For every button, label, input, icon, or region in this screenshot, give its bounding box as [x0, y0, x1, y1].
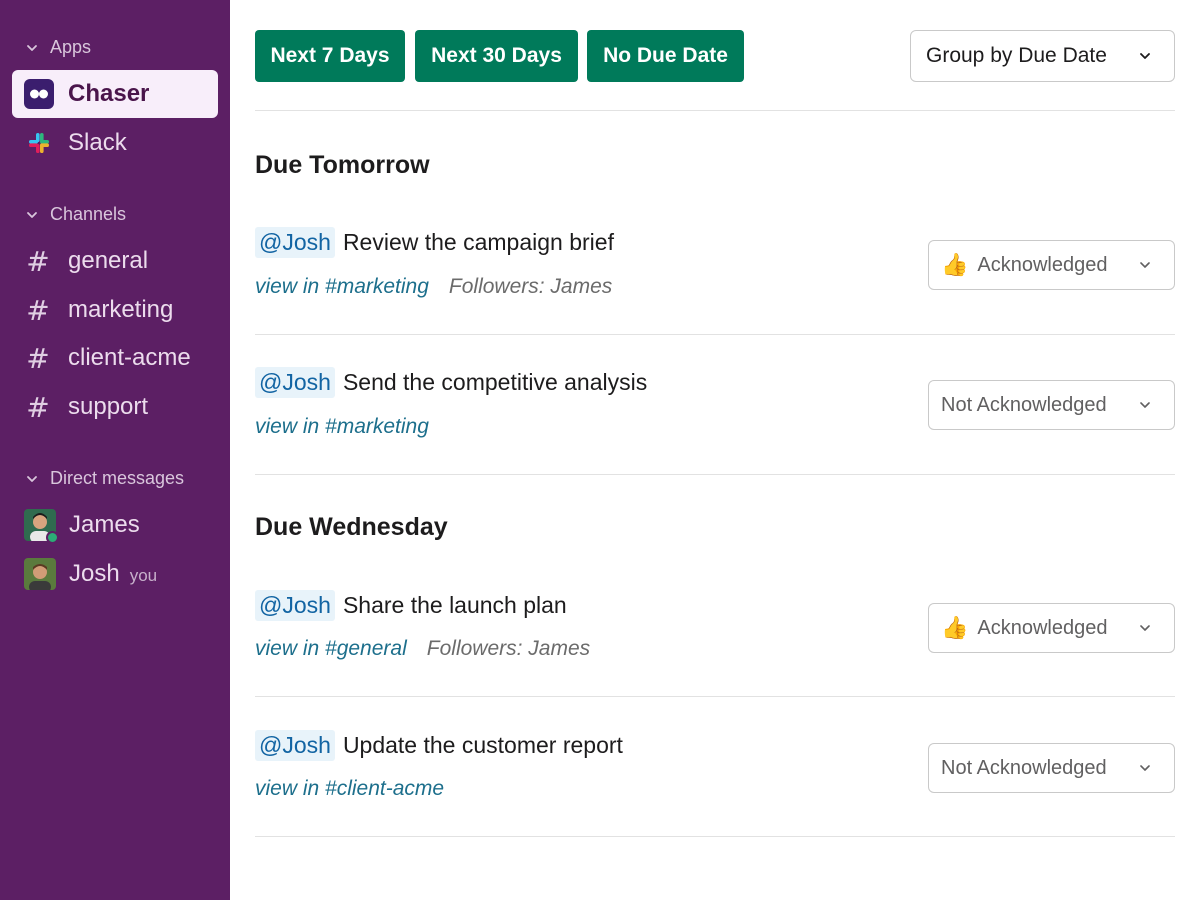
sidebar-item-label: James — [69, 511, 140, 538]
task-meta: view in #marketing — [255, 415, 429, 439]
online-status-icon — [46, 531, 59, 544]
task-meta: view in #general Followers: James — [255, 637, 590, 661]
chevron-down-icon — [1140, 625, 1150, 631]
task-text: Share the launch plan — [342, 592, 567, 618]
task-meta: view in #marketing Followers: James — [255, 275, 612, 299]
sidebar-item-label: marketing — [68, 296, 174, 323]
avatar — [24, 558, 56, 590]
sidebar-item-dm-josh[interactable]: Josh you — [12, 550, 218, 598]
view-in-channel-link[interactable]: view in #general — [255, 637, 407, 661]
hash-icon: # — [26, 293, 50, 327]
chevron-down-icon — [27, 475, 37, 482]
chevron-down-icon — [1140, 402, 1150, 408]
group-title: Due Tomorrow — [255, 151, 430, 179]
acknowledge-status-select[interactable]: 👍 Acknowledged — [928, 603, 1175, 653]
task-title: @Josh Share the launch plan — [255, 590, 567, 621]
no-due-date-button[interactable]: No Due Date — [587, 30, 744, 82]
group-title: Due Wednesday — [255, 513, 448, 541]
acknowledge-status-select[interactable]: Not Acknowledged — [928, 380, 1175, 430]
thumbs-up-icon: 👍 — [941, 615, 969, 640]
avatar — [24, 509, 59, 544]
user-mention[interactable]: @Josh — [255, 590, 335, 621]
dms-heading: Direct messages — [50, 468, 185, 488]
next-7-days-button[interactable]: Next 7 Days — [255, 30, 405, 82]
hash-icon: # — [26, 341, 50, 375]
chevron-down-icon — [27, 44, 37, 51]
apps-section-header[interactable]: Apps — [24, 37, 91, 58]
status-value: Not Acknowledged — [941, 393, 1107, 416]
divider — [255, 334, 1175, 335]
divider — [255, 836, 1175, 837]
sidebar-item-general[interactable]: # general — [12, 237, 218, 285]
dms-section-header[interactable]: Direct messages — [24, 468, 184, 489]
sidebar-item-slack[interactable]: Slack — [12, 119, 218, 167]
task-text: Send the competitive analysis — [342, 369, 648, 395]
sidebar-item-label: Josh — [69, 560, 120, 587]
followers-label: Followers: James — [426, 637, 591, 660]
task-title: @Josh Send the competitive analysis — [255, 367, 647, 398]
acknowledge-status-select[interactable]: Not Acknowledged — [928, 743, 1175, 793]
sidebar-item-dm-james[interactable]: James — [12, 501, 218, 549]
hash-icon: # — [26, 390, 50, 424]
chevron-down-icon — [1140, 53, 1150, 59]
user-mention[interactable]: @Josh — [255, 367, 335, 398]
chevron-down-icon — [1140, 262, 1150, 268]
sidebar-item-label: support — [68, 393, 149, 420]
divider — [255, 474, 1175, 475]
divider — [255, 696, 1175, 697]
view-in-channel-link[interactable]: view in #client-acme — [255, 777, 444, 801]
sidebar-item-marketing[interactable]: # marketing — [12, 286, 218, 334]
slack-logo-icon — [24, 128, 54, 158]
sidebar-item-label: Chaser — [68, 80, 150, 107]
view-in-channel-link[interactable]: view in #marketing — [255, 275, 429, 299]
view-in-channel-link[interactable]: view in #marketing — [255, 415, 429, 439]
user-mention[interactable]: @Josh — [255, 227, 335, 258]
task-meta: view in #client-acme — [255, 777, 444, 801]
main-content: Next 7 Days Next 30 Days No Due Date Gro… — [230, 0, 1200, 900]
task-title: @Josh Update the customer report — [255, 730, 623, 761]
group-by-value: Group by Due Date — [926, 44, 1107, 67]
sidebar-item-label: Slack — [68, 129, 127, 156]
sidebar-item-chaser[interactable]: Chaser — [12, 70, 218, 118]
divider — [255, 110, 1175, 111]
status-value: Acknowledged — [977, 616, 1108, 639]
task-text: Update the customer report — [342, 732, 623, 758]
channels-section-header[interactable]: Channels — [24, 204, 126, 225]
channels-heading: Channels — [50, 204, 127, 224]
status-value: Not Acknowledged — [941, 756, 1107, 779]
task-title: @Josh Review the campaign brief — [255, 227, 614, 258]
followers-label: Followers: James — [448, 275, 613, 298]
sidebar-item-label: client-acme — [68, 344, 191, 371]
hash-icon: # — [26, 244, 50, 278]
chaser-logo-icon — [24, 79, 54, 109]
chevron-down-icon — [1140, 765, 1150, 771]
sidebar-item-label: general — [68, 247, 149, 274]
next-30-days-button[interactable]: Next 30 Days — [415, 30, 578, 82]
sidebar-item-support[interactable]: # support — [12, 383, 218, 431]
status-value: Acknowledged — [977, 253, 1108, 276]
sidebar-item-client-acme[interactable]: # client-acme — [12, 334, 218, 382]
user-mention[interactable]: @Josh — [255, 730, 335, 761]
you-label: you — [129, 566, 158, 585]
task-text: Review the campaign brief — [342, 229, 614, 255]
sidebar: Apps Chaser Slack Channels # general # m… — [0, 0, 230, 900]
thumbs-up-icon: 👍 — [941, 252, 969, 277]
acknowledge-status-select[interactable]: 👍 Acknowledged — [928, 240, 1175, 290]
apps-heading: Apps — [50, 37, 92, 57]
group-by-select[interactable]: Group by Due Date — [910, 30, 1175, 82]
chevron-down-icon — [27, 211, 37, 218]
